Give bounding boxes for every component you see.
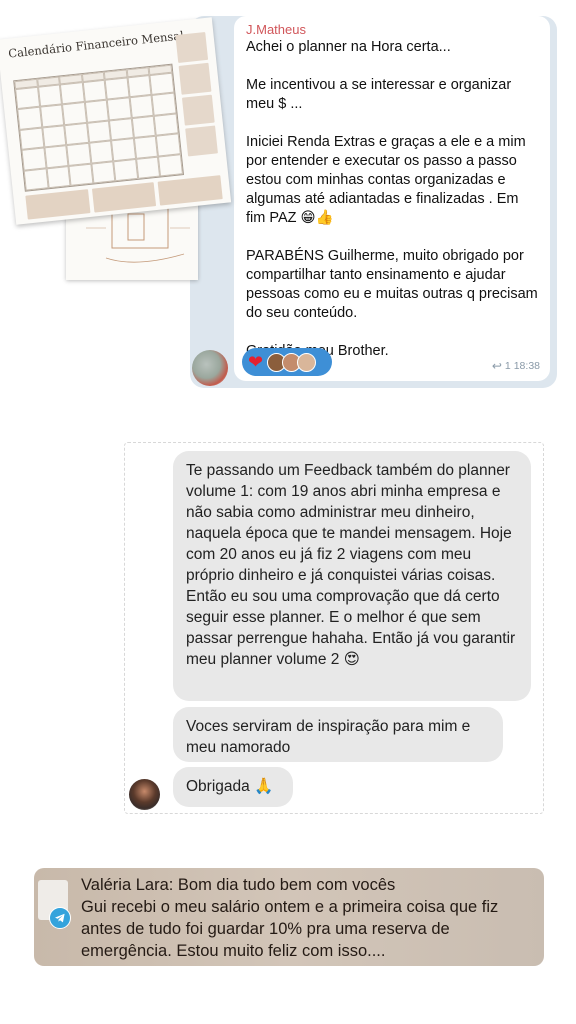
telegram-message-card: J.Matheus Achei o planner na Hora certa.… — [190, 16, 557, 388]
notification-text: Valéria Lara: Bom dia tudo bem com vocês… — [81, 876, 499, 960]
message-time: 18:38 — [513, 360, 540, 372]
chat-bubble[interactable]: Te passando um Feedback também do planne… — [173, 451, 531, 701]
chat-bubble[interactable]: Obrigada 🙏 — [173, 767, 293, 807]
chat-bubble[interactable]: Voces serviram de inspiração para mim e … — [173, 707, 503, 762]
message-meta: ↩ 1 18:38 — [492, 359, 540, 373]
message-text: Achei o planner na Hora certa... Me ince… — [246, 39, 538, 359]
telegram-icon — [49, 907, 71, 929]
reply-count: 1 — [504, 360, 511, 372]
chat-card: Te passando um Feedback também do planne… — [124, 442, 544, 814]
calendar-side-panel — [175, 31, 218, 157]
planner-calendar-image: Calendário Financeiro Mensal — [0, 17, 232, 225]
message-bubble[interactable]: J.Matheus Achei o planner na Hora certa.… — [234, 16, 550, 381]
reactor-avatar — [297, 352, 317, 372]
notification-card[interactable]: Valéria Lara: Bom dia tudo bem com vocês… — [34, 868, 544, 966]
sender-name[interactable]: J.Matheus — [246, 22, 540, 38]
calendar-grid — [13, 63, 185, 192]
reply-arrow-icon[interactable]: ↩ — [492, 359, 502, 373]
heart-reaction-icon: ❤ — [248, 352, 264, 372]
sender-avatar[interactable] — [129, 779, 160, 810]
reactions-bar[interactable]: ❤ — [242, 348, 332, 376]
sender-avatar[interactable] — [192, 350, 228, 386]
